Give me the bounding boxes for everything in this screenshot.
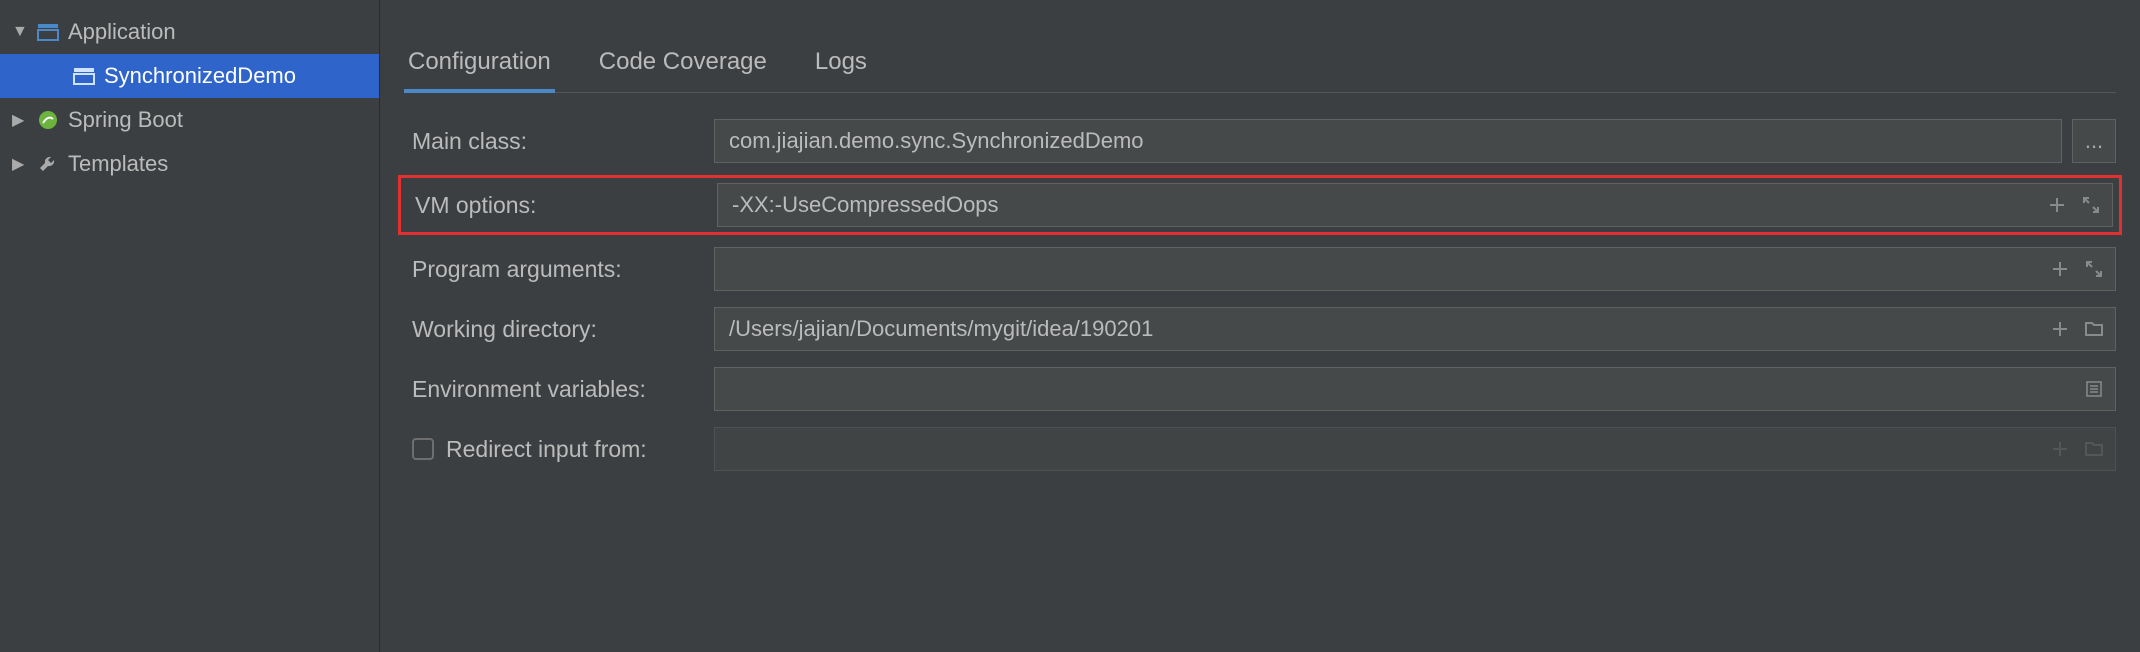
tab-logs[interactable]: Logs (811, 38, 871, 92)
list-icon (2086, 381, 2102, 397)
tab-code-coverage[interactable]: Code Coverage (595, 38, 771, 92)
chevron-right-icon: ▶ (12, 154, 28, 174)
add-button[interactable] (2045, 254, 2075, 284)
list-button[interactable] (2079, 374, 2109, 404)
environment-variables-label: Environment variables: (404, 376, 714, 403)
add-button[interactable] (2042, 190, 2072, 220)
browse-button (2079, 434, 2109, 464)
main-class-input[interactable]: com.jiajian.demo.sync.SynchronizedDemo (714, 119, 2062, 163)
row-redirect-input: Redirect input from: (404, 419, 2116, 479)
working-directory-label: Working directory: (404, 316, 714, 343)
expand-icon (2083, 197, 2099, 213)
working-directory-input[interactable]: /Users/jajian/Documents/mygit/idea/19020… (714, 307, 2116, 351)
expand-icon (2086, 261, 2102, 277)
main-class-label: Main class: (404, 128, 714, 155)
tree-node-templates[interactable]: ▶ Templates (0, 142, 379, 186)
plus-icon (2049, 197, 2065, 213)
spring-icon (36, 108, 60, 132)
browse-button[interactable] (2079, 314, 2109, 344)
redirect-input-toggle[interactable]: Redirect input from: (404, 436, 714, 463)
configuration-panel: Configuration Code Coverage Logs Main cl… (380, 0, 2140, 652)
folder-icon (2085, 321, 2103, 337)
vm-options-label: VM options: (407, 192, 717, 219)
row-program-arguments: Program arguments: (404, 239, 2116, 299)
checkbox-icon (412, 438, 434, 460)
row-environment-variables: Environment variables: (404, 359, 2116, 419)
expand-button[interactable] (2079, 254, 2109, 284)
application-icon (36, 20, 60, 44)
vm-options-input[interactable]: -XX:-UseCompressedOops (717, 183, 2113, 227)
folder-icon (2085, 441, 2103, 457)
tree-node-label: Spring Boot (68, 107, 183, 133)
browse-button[interactable]: ... (2072, 119, 2116, 163)
tree-node-application[interactable]: ▼ Application (0, 10, 379, 54)
tabs: Configuration Code Coverage Logs (404, 38, 2116, 93)
row-main-class: Main class: com.jiajian.demo.sync.Synchr… (404, 111, 2116, 171)
program-arguments-label: Program arguments: (404, 256, 714, 283)
expand-button[interactable] (2076, 190, 2106, 220)
environment-variables-input[interactable] (714, 367, 2116, 411)
configuration-tree: ▼ Application SynchronizedDemo ▶ Spring … (0, 0, 380, 652)
wrench-icon (36, 152, 60, 176)
plus-icon (2052, 441, 2068, 457)
tab-configuration[interactable]: Configuration (404, 38, 555, 92)
add-button[interactable] (2045, 314, 2075, 344)
plus-icon (2052, 261, 2068, 277)
row-vm-options: VM options: -XX:-UseCompressedOops (398, 175, 2122, 235)
program-arguments-input[interactable] (714, 247, 2116, 291)
redirect-input-label: Redirect input from: (446, 436, 647, 463)
ellipsis-icon: ... (2085, 128, 2103, 154)
add-button (2045, 434, 2075, 464)
redirect-input-field (714, 427, 2116, 471)
plus-icon (2052, 321, 2068, 337)
application-icon (72, 64, 96, 88)
tree-node-label: Templates (68, 151, 168, 177)
tree-node-label: SynchronizedDemo (104, 63, 296, 89)
row-working-directory: Working directory: /Users/jajian/Documen… (404, 299, 2116, 359)
chevron-right-icon: ▶ (12, 110, 28, 130)
form: Main class: com.jiajian.demo.sync.Synchr… (404, 111, 2116, 479)
chevron-down-icon: ▼ (12, 23, 28, 41)
tree-node-synchronized-demo[interactable]: SynchronizedDemo (0, 54, 379, 98)
tree-node-label: Application (68, 19, 176, 45)
tree-node-spring-boot[interactable]: ▶ Spring Boot (0, 98, 379, 142)
